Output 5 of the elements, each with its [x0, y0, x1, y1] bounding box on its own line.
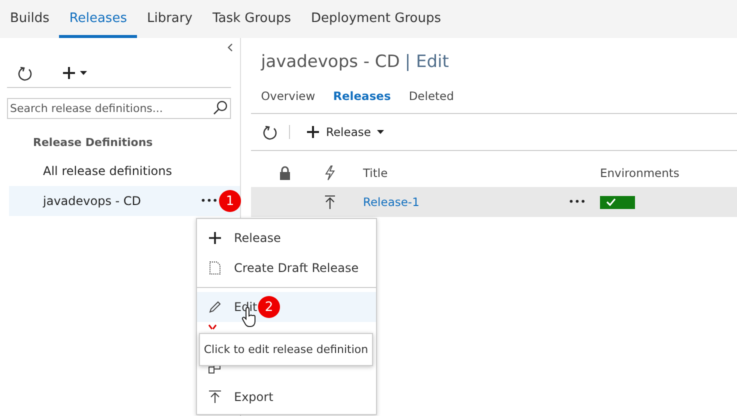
section-heading: Release Definitions — [33, 136, 154, 149]
tooltip: Click to edit release definition — [199, 333, 373, 366]
step-badge: 2 — [258, 296, 280, 318]
step-badge: 1 — [219, 190, 241, 212]
page-title: javadevops - CD — [261, 52, 400, 74]
